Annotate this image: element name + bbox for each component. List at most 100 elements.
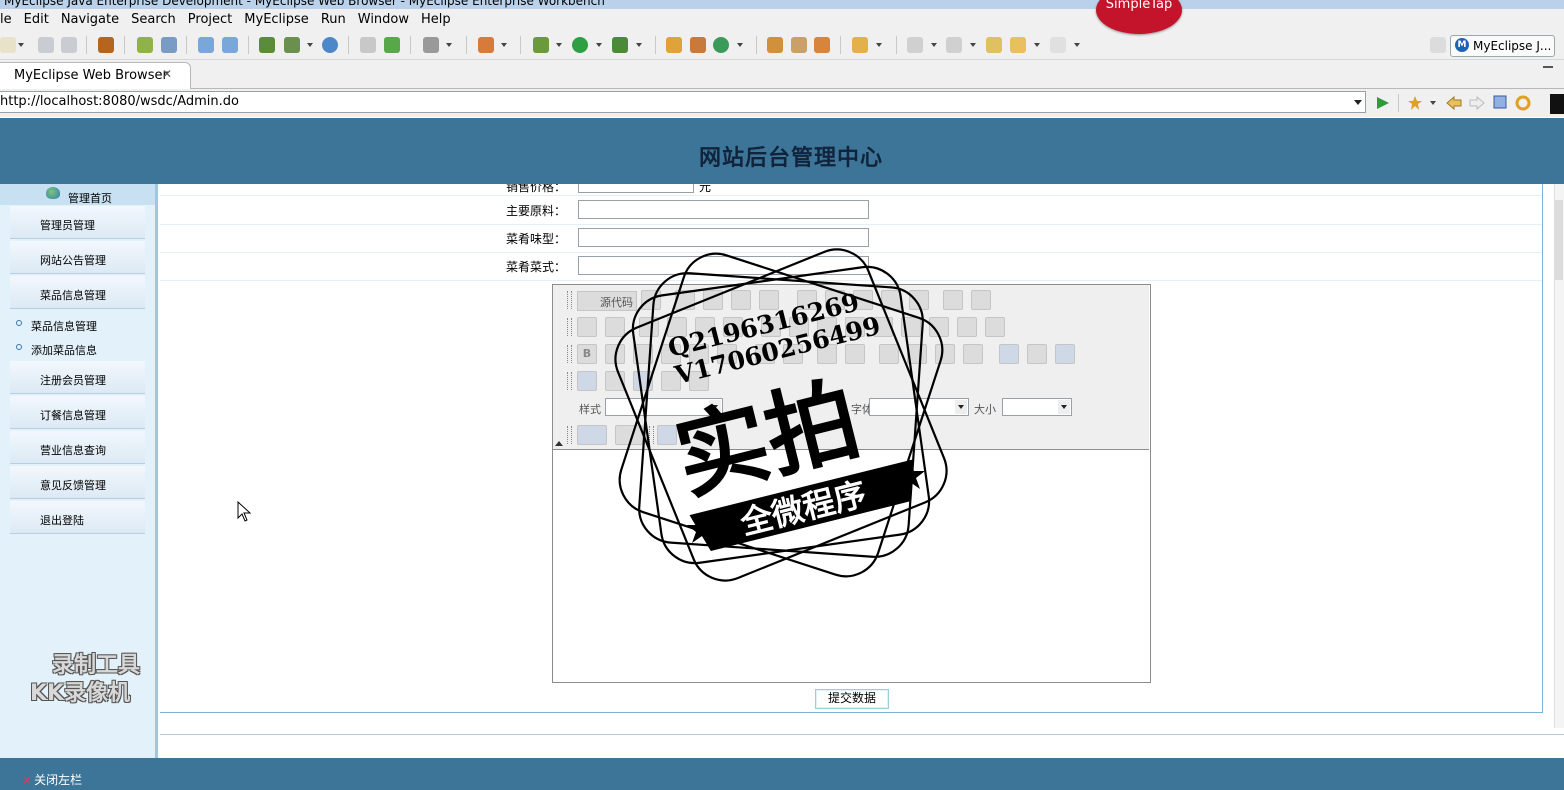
- folder-dropdown-icon[interactable]: [876, 43, 882, 47]
- find-icon[interactable]: [639, 317, 659, 337]
- run-server-icon[interactable]: [284, 37, 300, 53]
- table-icon[interactable]: [633, 371, 653, 391]
- build-icon[interactable]: [137, 37, 153, 53]
- package-icon[interactable]: [98, 37, 114, 53]
- folder-icon[interactable]: [852, 37, 868, 53]
- bg-color-icon[interactable]: [615, 425, 643, 445]
- open-type-icon[interactable]: [360, 37, 376, 53]
- doc-preview-icon[interactable]: [731, 290, 751, 310]
- new-class-dropdown-icon[interactable]: [737, 43, 743, 47]
- save-icon[interactable]: [38, 37, 54, 53]
- indent-icon[interactable]: [845, 344, 865, 364]
- undo-icon[interactable]: [577, 317, 597, 337]
- checkbox-icon[interactable]: [789, 317, 809, 337]
- sidebar-item-business[interactable]: 营业信息查询: [10, 431, 145, 464]
- search-icon[interactable]: [814, 37, 830, 53]
- favorites-dropdown-icon[interactable]: [1430, 101, 1436, 105]
- align-right-icon[interactable]: [935, 344, 955, 364]
- redo-icon[interactable]: [605, 317, 625, 337]
- flavor-input[interactable]: [578, 228, 869, 247]
- align-justify-icon[interactable]: [963, 344, 983, 364]
- form-icon[interactable]: [761, 317, 781, 337]
- camera-dropdown-icon[interactable]: [446, 43, 452, 47]
- price-input[interactable]: [578, 184, 694, 193]
- cut-icon[interactable]: [797, 290, 817, 310]
- ingredient-input[interactable]: [578, 200, 869, 219]
- new-web-icon[interactable]: [222, 37, 238, 53]
- open-perspective-icon[interactable]: [1430, 37, 1446, 53]
- superscript-icon[interactable]: [717, 344, 737, 364]
- menu-file[interactable]: le: [0, 9, 18, 31]
- debug-icon[interactable]: [533, 37, 549, 53]
- url-dropdown-icon[interactable]: [1354, 100, 1362, 105]
- sidebar-item-dish[interactable]: 菜品信息管理: [10, 276, 145, 309]
- flash-icon[interactable]: [605, 371, 625, 391]
- preview-icon[interactable]: [641, 290, 661, 310]
- templates-icon[interactable]: [759, 290, 779, 310]
- sidebar-item-notice[interactable]: 网站公告管理: [10, 241, 145, 274]
- camera-icon[interactable]: [423, 37, 439, 53]
- new-class-icon[interactable]: [713, 37, 729, 53]
- add-icon[interactable]: [384, 37, 400, 53]
- smiley-icon[interactable]: [689, 371, 709, 391]
- textfield-icon[interactable]: [845, 317, 865, 337]
- menu-window[interactable]: Window: [352, 9, 415, 31]
- collapse-toolbar-icon[interactable]: [555, 439, 563, 447]
- bold-icon[interactable]: B: [577, 344, 597, 364]
- browser-globe-icon[interactable]: [322, 37, 338, 53]
- forward-arrow-icon[interactable]: [1469, 95, 1485, 111]
- font-select[interactable]: [869, 398, 969, 416]
- align-center-icon[interactable]: [907, 344, 927, 364]
- url-input[interactable]: http://localhost:8080/wsdc/Admin.do: [0, 91, 1366, 113]
- sidebar-item-admin[interactable]: 管理员管理: [10, 206, 145, 239]
- new-doc-icon[interactable]: [703, 290, 723, 310]
- menu-myeclipse[interactable]: MyEclipse: [238, 9, 315, 31]
- source-button[interactable]: 源代码: [577, 291, 637, 311]
- align-left-icon[interactable]: [879, 344, 899, 364]
- outdent-icon[interactable]: [817, 344, 837, 364]
- subscript-icon[interactable]: [689, 344, 709, 364]
- stop-icon[interactable]: [1493, 95, 1507, 109]
- tool-dropdown-icon[interactable]: [501, 43, 507, 47]
- copy-icon[interactable]: [825, 290, 845, 310]
- new-package-icon[interactable]: [690, 37, 706, 53]
- new-server-icon[interactable]: [198, 37, 214, 53]
- style-select[interactable]: [605, 398, 723, 416]
- paste-text-icon[interactable]: [881, 290, 901, 310]
- textarea-icon[interactable]: [873, 317, 893, 337]
- menu-project[interactable]: Project: [182, 9, 238, 31]
- open-folder-icon[interactable]: [767, 37, 783, 53]
- forward-dropdown-icon[interactable]: [1074, 43, 1080, 47]
- sidebar-item-feedback[interactable]: 意见反馈管理: [10, 466, 145, 499]
- sidebar-item-member[interactable]: 注册会员管理: [10, 361, 145, 394]
- print-doc-icon[interactable]: [943, 290, 963, 310]
- go-icon[interactable]: [1376, 96, 1390, 110]
- tool-icon[interactable]: [478, 37, 494, 53]
- sidebar-home[interactable]: 管理首页: [0, 184, 155, 205]
- next-annotation-dropdown-icon[interactable]: [931, 43, 937, 47]
- perspective-button[interactable]: M MyEclipse J...: [1450, 35, 1555, 57]
- forward-icon[interactable]: [1050, 37, 1066, 53]
- new-project-icon[interactable]: [666, 37, 682, 53]
- show-blocks-icon[interactable]: [657, 425, 677, 445]
- strikethrough-icon[interactable]: [661, 344, 681, 364]
- hidden-field-icon[interactable]: [985, 317, 1005, 337]
- deploy-icon[interactable]: [161, 37, 177, 53]
- scrollbar-thumb[interactable]: [1555, 200, 1563, 280]
- unlink-icon[interactable]: [1027, 344, 1047, 364]
- next-annotation-icon[interactable]: [907, 37, 923, 53]
- italic-icon[interactable]: [605, 344, 625, 364]
- horizontal-rule-icon[interactable]: [661, 371, 681, 391]
- paste-word-icon[interactable]: [909, 290, 929, 310]
- run-icon[interactable]: [572, 37, 588, 53]
- back-dropdown-icon[interactable]: [1034, 43, 1040, 47]
- submit-button[interactable]: 提交数据: [815, 689, 889, 709]
- page-menu-icon[interactable]: [1550, 94, 1564, 114]
- radio-icon[interactable]: [817, 317, 837, 337]
- edit-icon[interactable]: [791, 37, 807, 53]
- paste-icon[interactable]: [853, 290, 873, 310]
- select-all-icon[interactable]: [695, 317, 715, 337]
- back-icon[interactable]: [1010, 37, 1026, 53]
- server-dropdown-icon[interactable]: [307, 43, 313, 47]
- image-icon[interactable]: [577, 371, 597, 391]
